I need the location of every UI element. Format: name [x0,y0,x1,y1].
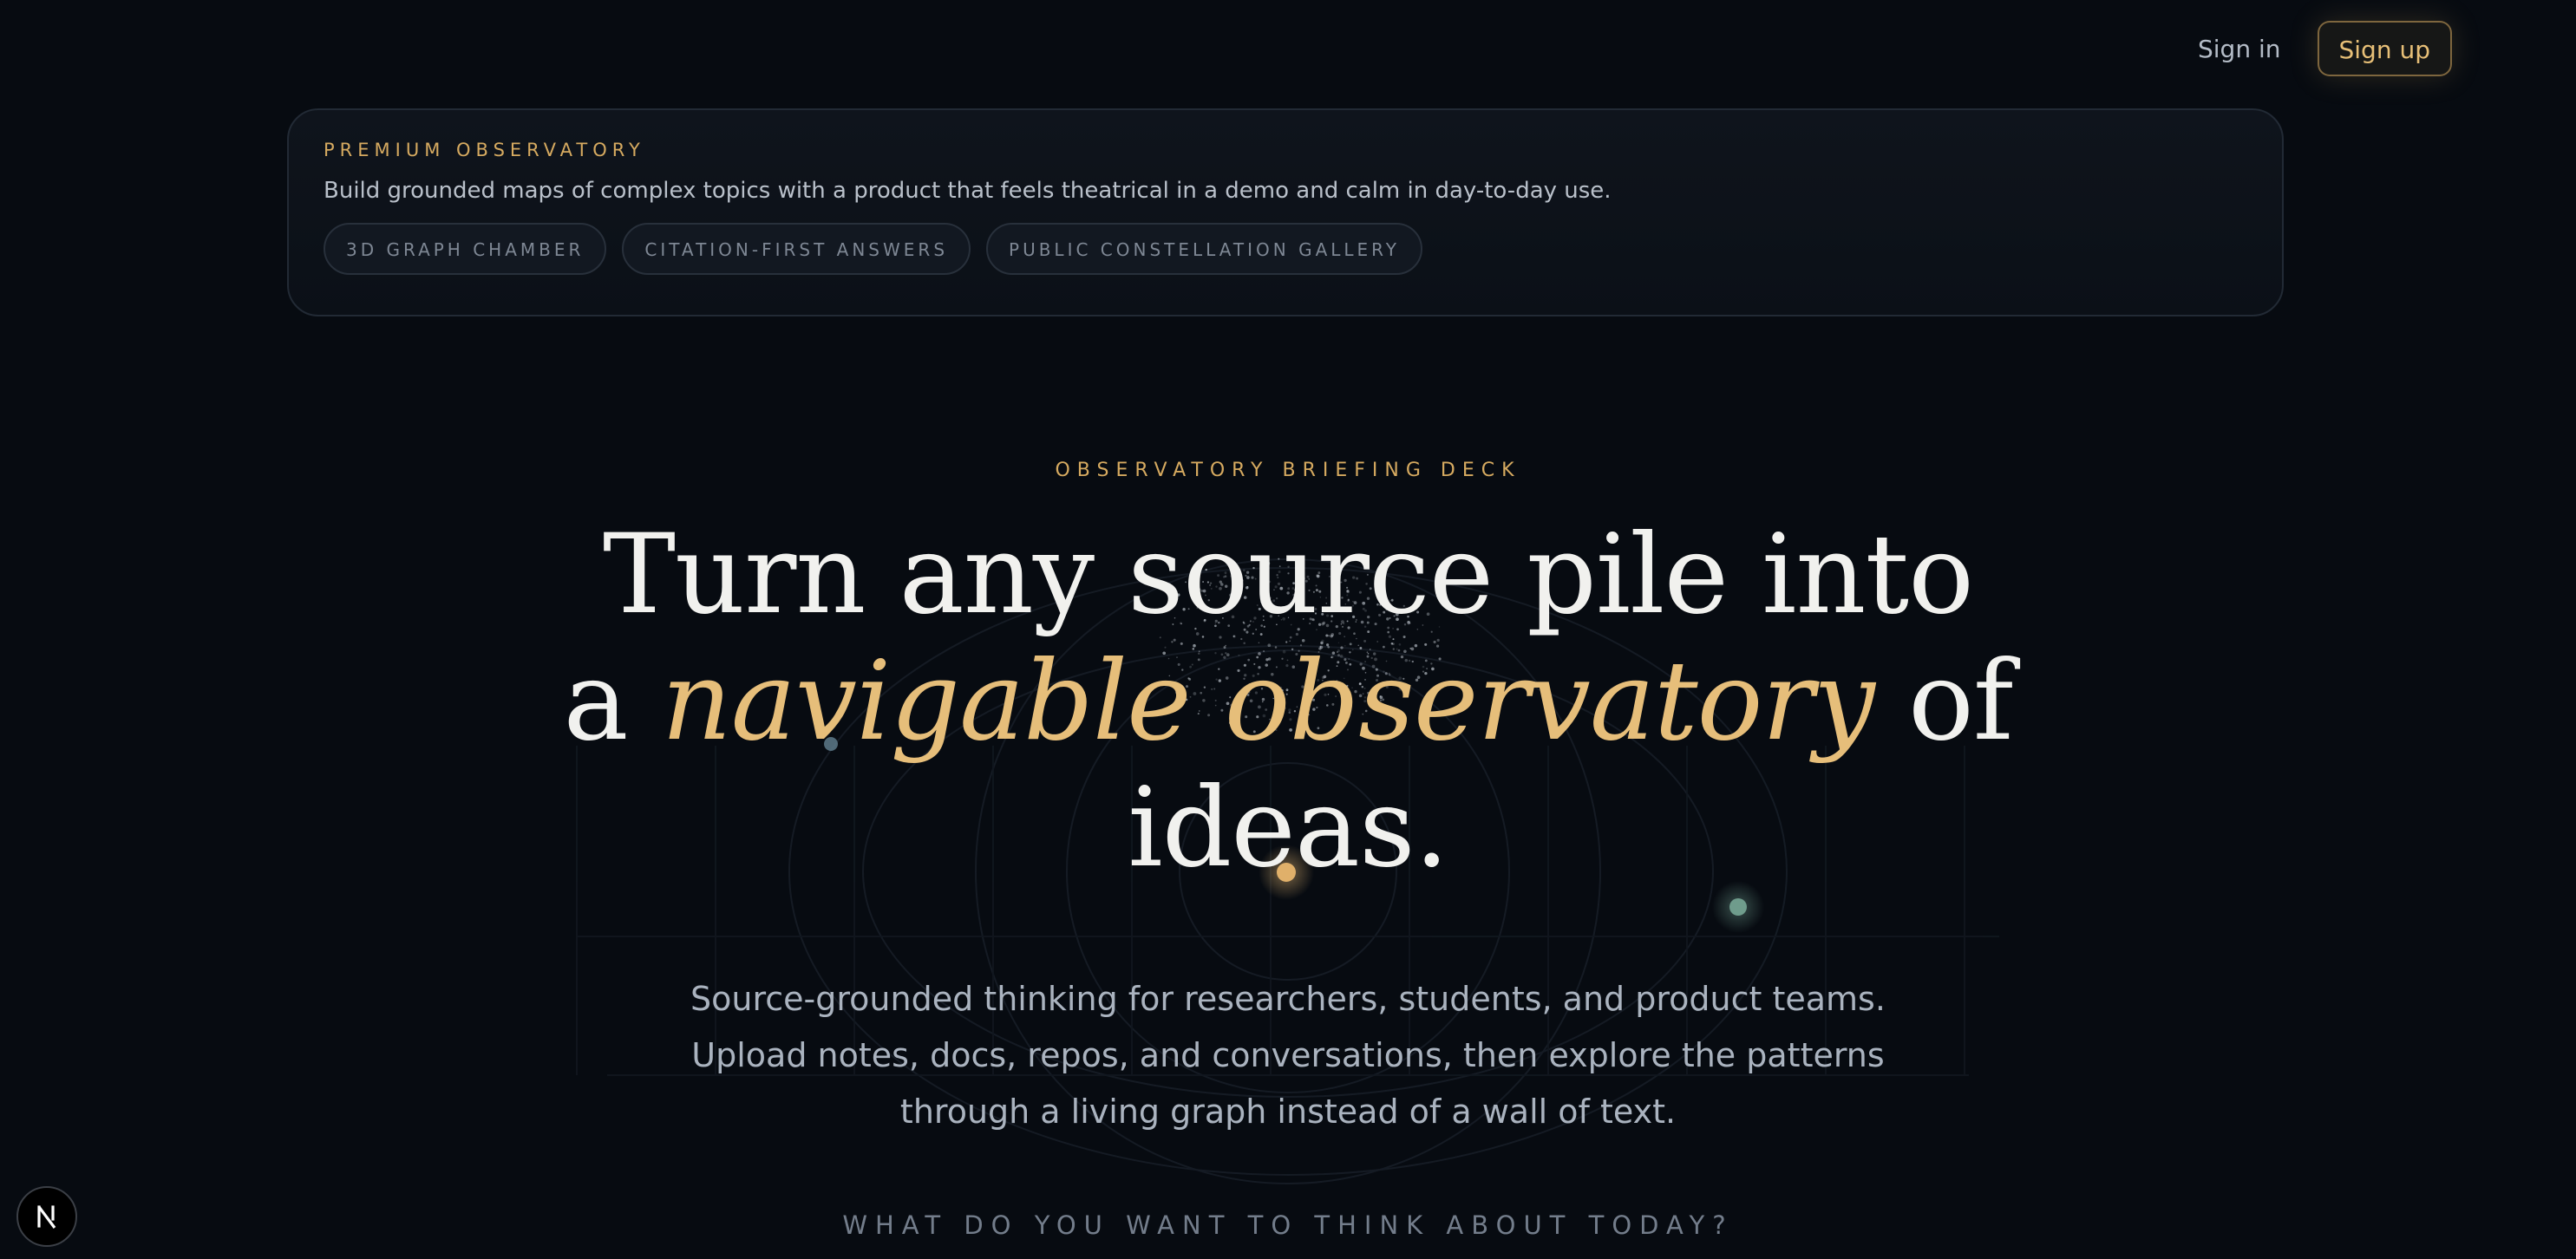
chip-public-constellation-gallery: PUBLIC CONSTELLATION GALLERY [986,223,1422,275]
hero-subcopy: Source-grounded thinking for researchers… [681,971,1895,1140]
headline-highlight: navigable observatory [661,637,1875,765]
chip-3d-graph-chamber: 3D GRAPH CHAMBER [324,223,607,275]
headline-pre: a [563,637,662,765]
hero-eyebrow: OBSERVATORY BRIEFING DECK [1055,460,1521,481]
signup-button[interactable]: Sign up [2317,21,2452,76]
banner-description: Build grounded maps of complex topics wi… [324,178,1612,204]
subcopy-line-2: Upload notes, docs, repos, and conversat… [691,1036,1885,1074]
top-nav: Sign in Sign up [2198,21,2452,76]
subcopy-line-1: Source-grounded thinking for researchers… [690,980,1886,1018]
chip-citation-first-answers: CITATION-FIRST ANSWERS [622,223,971,275]
subcopy-line-3: through a living graph instead of a wall… [899,1093,1677,1131]
banner-eyebrow: PREMIUM OBSERVATORY [324,140,645,160]
n-logo-icon[interactable] [16,1186,77,1247]
hero-headline: Turn any source pile into a navigable ob… [0,512,2576,891]
teal-node [1729,898,1747,916]
prompt-question: WHAT DO YOU WANT TO THINK ABOUT TODAY? [842,1210,1734,1240]
headline-line-1: Turn any source pile into [602,511,1974,638]
headline-line-3: ideas. [1128,764,1448,891]
signin-link[interactable]: Sign in [2198,35,2281,63]
feature-chips: 3D GRAPH CHAMBER CITATION-FIRST ANSWERS … [324,223,2247,275]
headline-post: of [1873,637,2013,765]
n-glyph [37,1205,56,1229]
premium-banner: PREMIUM OBSERVATORY Build grounded maps … [287,108,2284,316]
